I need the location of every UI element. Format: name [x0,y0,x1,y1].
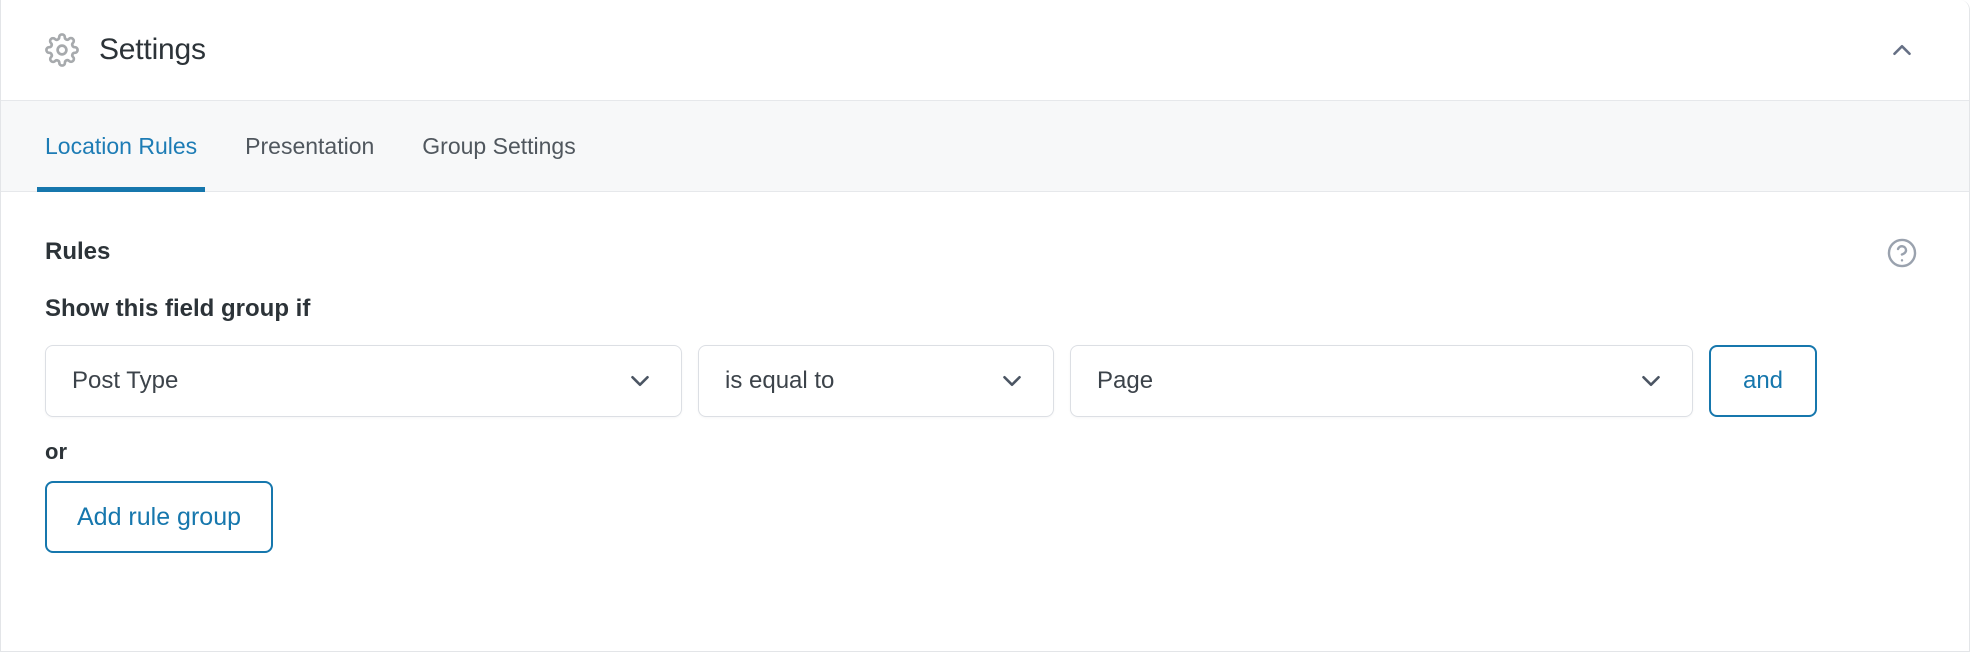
rule-param-value: Post Type [72,367,179,394]
rule-operator-value: is equal to [725,367,835,394]
tab-label: Location Rules [45,132,198,159]
chevron-down-icon [1636,366,1666,396]
panel-header: Settings [1,0,1969,100]
settings-tab-bar: Location Rules Presentation Group Settin… [1,100,1969,192]
or-label: or [45,439,67,464]
gear-icon [45,33,79,67]
settings-panel: Settings Location Rules Presentation Gro… [0,0,1970,652]
rules-heading-row: Rules [45,236,1925,270]
rule-param-select[interactable]: Post Type [45,345,682,417]
chevron-up-icon [1887,35,1917,65]
rule-row: Post Type is equal to Page and [45,345,1925,417]
tab-label: Group Settings [422,132,576,159]
rule-operator-select[interactable]: is equal to [698,345,1054,417]
rules-heading: Rules [45,238,111,265]
rule-value-value: Page [1097,367,1154,394]
question-circle-icon[interactable] [1885,236,1919,270]
rule-group: Post Type is equal to Page and [45,345,1925,417]
chevron-down-icon [997,366,1027,396]
tab-presentation[interactable]: Presentation [245,100,374,192]
add-rule-group-button[interactable]: Add rule group [45,481,274,553]
add-and-rule-button[interactable]: and [1709,345,1817,417]
location-rules-body: Rules Show this field group if Post Type [1,192,1969,553]
tab-location-rules[interactable]: Location Rules [36,100,206,192]
rules-subheading: Show this field group if [45,295,311,322]
page-title: Settings [99,33,206,66]
collapse-toggle-button[interactable] [1879,27,1925,73]
chevron-down-icon [625,366,655,396]
tab-label: Presentation [245,132,375,159]
rule-value-select[interactable]: Page [1070,345,1693,417]
tab-group-settings[interactable]: Group Settings [422,100,575,192]
